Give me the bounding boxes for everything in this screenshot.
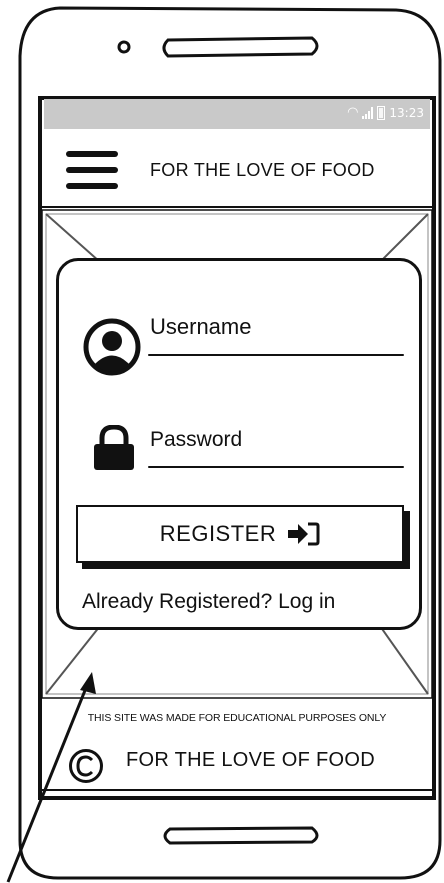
username-field[interactable]: Username [148,312,404,356]
hamburger-icon-bar [66,183,118,189]
status-icons: ◠ 13:23 [347,105,424,120]
footer-title: FOR THE LOVE OF FOOD [126,749,375,771]
login-link[interactable]: Already Registered? Log in [82,590,335,614]
register-label: REGISTER [159,521,277,546]
page-title: FOR THE LOVE OF FOOD [150,160,375,180]
wifi-icon: ◠ [347,105,359,120]
hamburger-icon [66,151,118,157]
copyright-icon [69,749,103,783]
hamburger-icon-bar [66,167,118,173]
footer-note: THIS SITE WAS MADE FOR EDUCATIONAL PURPO… [87,712,387,724]
speaker-slot [162,36,319,58]
password-field[interactable]: Password [148,428,404,468]
status-time: 13:23 [389,105,424,120]
lock-icon [94,425,134,470]
sign-in-arrow-icon [288,522,320,546]
username-underline [148,354,404,356]
app-header: FOR THE LOVE OF FOOD [44,129,430,207]
password-label: Password [150,428,243,451]
user-circle-icon [83,318,141,376]
battery-icon [377,105,386,120]
username-label: Username [150,314,252,339]
camera-icon [117,40,131,54]
home-button [163,826,319,845]
status-bar: ◠ 13:23 [44,99,430,129]
register-button[interactable]: REGISTER [76,505,410,569]
menu-button[interactable] [66,151,118,191]
register-button-face: REGISTER [76,505,404,563]
password-underline [148,466,404,468]
signal-icon [362,106,374,119]
